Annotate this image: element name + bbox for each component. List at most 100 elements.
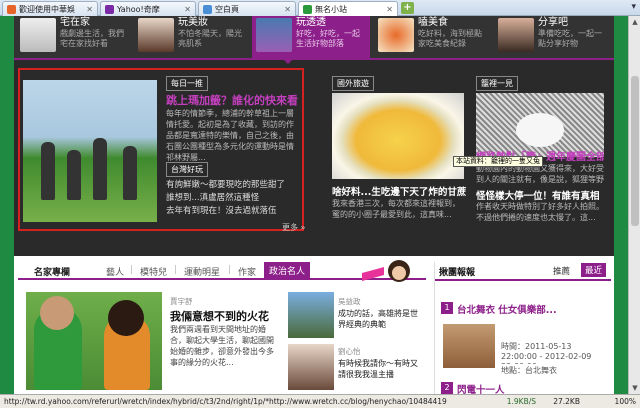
featured-body: 每年的情節季，總浦的幹草祖上一層情托愛。起初是為了收藏，到訪的作品都是寬達特的樂… [166, 109, 294, 162]
rank-item-title[interactable]: 閃電十一人 [457, 382, 505, 394]
browser-tab-4[interactable]: 無名小站 ✕ [298, 1, 398, 16]
strip-desc: 不怕冬陽天，陽光亮肌系 [178, 29, 242, 48]
browser-tab-2[interactable]: Yahoo!奇摩 ✕ [100, 1, 196, 16]
person-figure [67, 150, 81, 200]
strip-underline [14, 58, 614, 60]
strip-title: 玩透透 [296, 17, 326, 28]
tab-label: Yahoo!奇摩 [117, 4, 160, 14]
main-author[interactable]: 賈宇舒 [170, 296, 193, 307]
tab-favicon-icon [203, 4, 212, 14]
image-tooltip: 本站資料：籠裡的一隻又兔 [453, 156, 543, 167]
strip-thumbnail [20, 18, 56, 52]
strip-thumbnail [256, 18, 292, 52]
strip-desc: 戲劇邊生活，我們宅在家找好看 [60, 29, 124, 48]
status-bar: http://tw.rd.yahoo.com/referurl/wretch/i… [0, 394, 640, 408]
tab-recommended[interactable]: 推薦 [553, 265, 570, 277]
main-article-title[interactable]: 我倆意想不到的火花 [170, 308, 269, 324]
scroll-down-icon[interactable]: ▼ [629, 382, 640, 394]
tab-columnists[interactable]: 名家專欄 [34, 265, 70, 278]
person-figure [41, 142, 55, 200]
tab-writers[interactable]: 作家 [238, 265, 256, 278]
side-author-photo[interactable] [288, 292, 334, 338]
strip-item-travel[interactable]: 玩透透 好吃，好吃，一起生活好物部落 [252, 16, 370, 58]
tab-list-arrow-icon[interactable]: ▾ [631, 2, 636, 12]
mascot-girl-icon [362, 260, 414, 290]
rank-item-title[interactable]: 台北舞衣 仕女俱樂部... [457, 302, 557, 316]
strip-item-beauty[interactable]: 玩美妝 不怕冬陽天，陽光亮肌系 [134, 16, 252, 58]
tab-favicon-icon [7, 4, 16, 14]
more-link[interactable]: 更多 » [282, 222, 305, 233]
daily-pick-label: 每日一推 [166, 76, 208, 91]
columnist-main-photo[interactable] [26, 292, 162, 390]
columnists-section: 名家專欄 藝人 | 模特兒 | 運動明星 | 作家 政治名人 賈宇舒 我倆意想不… [14, 256, 614, 394]
strip-item-share[interactable]: 分享吧 準備吃吃，一起一點分享好物 [494, 16, 612, 58]
right-background-rail [614, 16, 628, 394]
strip-thumbnail [378, 18, 414, 52]
rank-badge: 2 [441, 382, 453, 394]
panel-divider [435, 279, 611, 281]
vertical-scrollbar[interactable]: ▲ ▼ [628, 16, 640, 394]
bullet-link[interactable]: 誰想到...滇盧居然這種怪 [166, 191, 259, 203]
strip-desc: 好吃，好吃，一起生活好物部落 [296, 29, 360, 48]
tab-recent[interactable]: 最近 [581, 263, 607, 277]
side-author[interactable]: 劉心怡 [338, 346, 361, 357]
close-icon[interactable]: ✕ [284, 5, 291, 14]
tab-artists[interactable]: 藝人 [106, 265, 124, 278]
person-figure [93, 138, 107, 200]
odd-article-body: 作者收天時做特別了好多好人拍照。不過他們捲的速度也太慢了。這... [476, 202, 604, 222]
tab-label: 歡迎使用中華娛 [19, 4, 75, 14]
new-tab-button[interactable]: + [401, 2, 414, 14]
tab-models[interactable]: 模特兒 [140, 265, 167, 278]
download-speed: 1.9KB/S [506, 397, 536, 406]
side-article-title[interactable]: 成功的話，高雄將是世界經典的典範 [338, 308, 424, 332]
tab-favicon-icon [303, 4, 312, 14]
strip-thumbnail [498, 18, 534, 52]
food-article-title[interactable]: 啥好料...生吃邊下天了炸的甘蔗 [332, 184, 468, 198]
strip-desc: 準備吃吃，一起一點分享好物 [538, 29, 602, 48]
browser-tab-1[interactable]: 歡迎使用中華娛 ✕ [2, 1, 98, 16]
page-viewport: 宅在家 戲劇邊生活，我們宅在家找好看 玩美妝 不怕冬陽天，陽光亮肌系 玩透透 好吃，好… [0, 16, 628, 394]
side-article-title[interactable]: 有時候我請你～有時又請很我我溫主播 [338, 358, 424, 382]
bullet-link[interactable]: 去年有到現在！沒去過就落伍 [166, 204, 277, 216]
upload-size: 27.2KB [553, 397, 580, 406]
browser-tab-bar: 歡迎使用中華娛 ✕ Yahoo!奇摩 ✕ 空白頁 ✕ 無名小站 ✕ + ▾ [0, 0, 640, 16]
food-photo[interactable] [332, 93, 464, 179]
overseas-travel-label: 國外旅遊 [332, 76, 374, 91]
strip-title: 玩美妝 [178, 17, 208, 28]
tab-athletes[interactable]: 運動明星 [184, 265, 220, 278]
rabbit-figure [516, 113, 564, 147]
close-icon[interactable]: ✕ [86, 5, 93, 14]
side-author-photo[interactable] [288, 344, 334, 390]
zoom-level[interactable]: 100% [615, 395, 636, 408]
rank-item-photo[interactable] [443, 324, 495, 368]
main-article-text: 我們兩週看到天間地址的婚合，聊起大學生活，聊起國開始婚的雜步，卻意外發出今多事的… [170, 325, 274, 367]
browser-tab-3[interactable]: 空白頁 ✕ [198, 1, 296, 16]
scroll-up-icon[interactable]: ▲ [629, 16, 640, 28]
close-icon[interactable]: ✕ [386, 5, 393, 14]
group-buy-panel: 揪團報報 推薦 最近 1 台北舞衣 仕女俱樂部... 時間：2011-05-13… [434, 262, 611, 394]
rank-badge: 1 [441, 302, 453, 314]
featured-photo[interactable] [23, 80, 157, 222]
strip-item-home[interactable]: 宅在家 戲劇邊生活，我們宅在家找好看 [16, 16, 134, 58]
close-icon[interactable]: ✕ [184, 5, 191, 14]
tab-separator: | [174, 265, 178, 275]
scroll-thumb[interactable] [631, 76, 639, 226]
rank-item-place: 地點：台北舞衣 [501, 366, 557, 375]
tab-politicians[interactable]: 政治名人 [264, 262, 311, 279]
rank-item-time: 時間：2011-05-13 22:00:00 - 2012-02-09 22:0… [501, 342, 592, 364]
tab-favicon-icon [105, 4, 114, 14]
strip-title: 分享吧 [538, 17, 568, 28]
panel-title: 揪團報報 [439, 268, 476, 278]
side-author[interactable]: 吳益政 [338, 296, 361, 307]
featured-headline[interactable]: 跳上瑪加籤？誰化的快來看 [166, 92, 300, 108]
strip-title: 嗑美食 [418, 17, 448, 28]
bullet-link[interactable]: 有詢鮮嫩～都要現吃的那些甜了 [166, 178, 285, 190]
active-indicator-arrow [282, 58, 294, 64]
man-head [40, 296, 74, 330]
woman-head [108, 300, 144, 336]
left-background-rail [0, 16, 14, 394]
odd-article-title[interactable]: 怪怪樣大停一位！有誰有真相 [476, 188, 604, 202]
featured-article-box: 每日一推 跳上瑪加籤？誰化的快來看 每年的情節季，總浦的幹草祖上一層情托愛。起初… [18, 68, 304, 231]
strip-item-food[interactable]: 嗑美食 吃好料，海到極點家吃美食紀錄 [374, 16, 492, 58]
tab-label: 空白頁 [215, 4, 239, 14]
